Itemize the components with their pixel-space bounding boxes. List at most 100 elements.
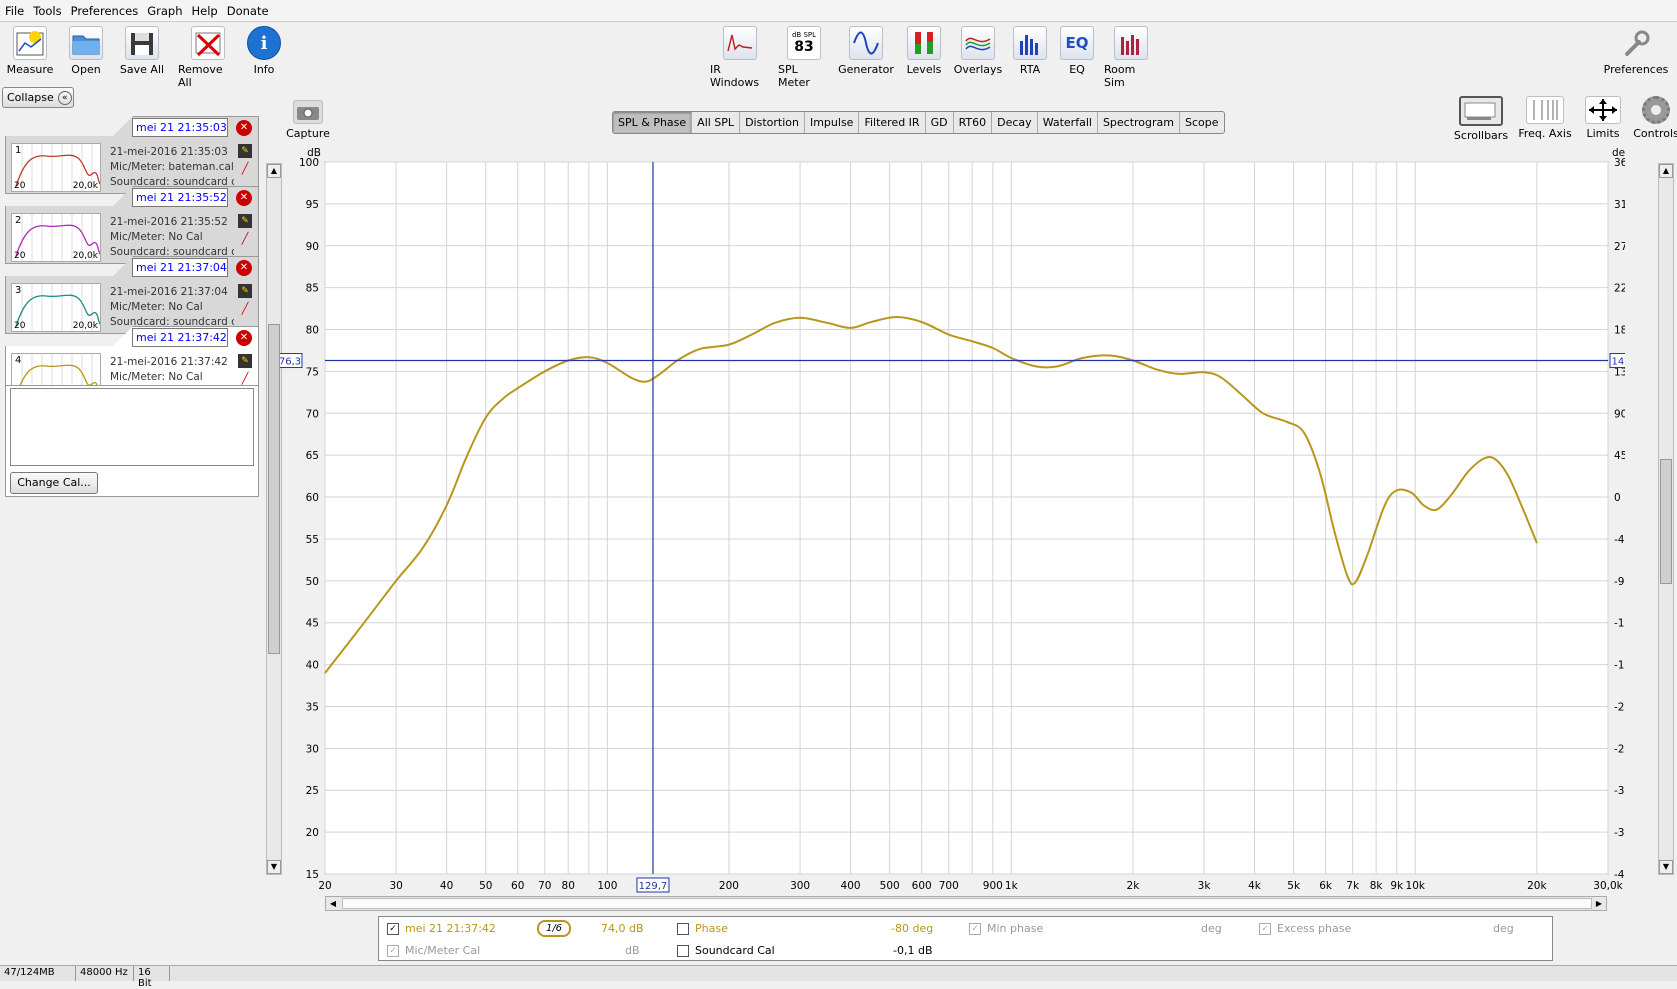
edit-notes-icon[interactable]: ✎: [238, 284, 252, 298]
rta-button[interactable]: RTA: [1010, 26, 1050, 89]
scroll-down-icon[interactable]: ▼: [267, 860, 281, 874]
levels-button[interactable]: Levels: [902, 26, 946, 89]
spl-phase-chart[interactable]: 1009590858075706560555045403530252015360…: [280, 145, 1625, 895]
controls-button[interactable]: Controls: [1632, 96, 1677, 142]
change-cal-button[interactable]: Change Cal...: [10, 472, 98, 494]
scroll-up-right-icon[interactable]: ▲: [1659, 164, 1673, 178]
tab-spectrogram[interactable]: Spectrogram: [1098, 112, 1181, 133]
tab-distortion[interactable]: Distortion: [740, 112, 805, 133]
scrollbar-thumb[interactable]: [268, 324, 280, 654]
room-sim-button[interactable]: Room Sim: [1104, 26, 1158, 89]
spl-meter-button[interactable]: dB SPL 83 SPL Meter: [778, 26, 830, 89]
measurement-card[interactable]: mei 21 21:35:03 ✕ 1 20 20,0k 21-mei-2016…: [5, 116, 259, 194]
scrollbar-thumb-right[interactable]: [1660, 459, 1672, 584]
measure-button[interactable]: Measure: [6, 26, 54, 89]
y-tick-label: 50: [306, 576, 319, 588]
min-phase-checkbox[interactable]: ✓: [969, 922, 981, 935]
close-measurement-icon[interactable]: ✕: [236, 120, 252, 136]
close-measurement-icon[interactable]: ✕: [236, 330, 252, 346]
menu-help[interactable]: Help: [189, 4, 224, 18]
measure-icon: [13, 26, 47, 60]
y2-tick-label: -45: [1614, 534, 1625, 546]
tab-decay[interactable]: Decay: [992, 112, 1038, 133]
trace-visible-checkbox[interactable]: ✓: [387, 922, 399, 935]
scroll-right-icon[interactable]: ▶: [1592, 897, 1606, 910]
x-tick-label: 500: [880, 880, 900, 892]
save-all-button[interactable]: Save All: [118, 26, 166, 89]
y2-tick-label: 225: [1614, 283, 1625, 295]
menu-preferences[interactable]: Preferences: [68, 4, 145, 18]
soundcard-cal-checkbox[interactable]: [677, 944, 689, 957]
scroll-down-right-icon[interactable]: ▼: [1659, 860, 1673, 874]
freq-axis-button[interactable]: Freq. Axis: [1516, 96, 1574, 142]
horizontal-scrollbar[interactable]: ◀ ▶: [325, 896, 1607, 911]
preferences-button[interactable]: Preferences: [1600, 26, 1672, 76]
cal-pen-icon[interactable]: ╱: [238, 372, 252, 386]
info-button[interactable]: i Info: [247, 26, 281, 89]
menu-donate[interactable]: Donate: [224, 4, 275, 18]
tab-waterfall[interactable]: Waterfall: [1038, 112, 1098, 133]
right-vertical-scrollbar[interactable]: ▲ ▼: [1658, 163, 1674, 875]
mic-cal-checkbox[interactable]: ✓: [387, 944, 399, 957]
menu-graph[interactable]: Graph: [144, 4, 188, 18]
y-tick-label: 65: [306, 450, 319, 462]
tab-rt60[interactable]: RT60: [954, 112, 993, 133]
close-measurement-icon[interactable]: ✕: [236, 260, 252, 276]
close-measurement-icon[interactable]: ✕: [236, 190, 252, 206]
y2-tick-label: 135: [1614, 366, 1625, 378]
limits-button[interactable]: Limits: [1580, 96, 1626, 142]
tab-all-spl[interactable]: All SPL: [692, 112, 741, 133]
capture-button[interactable]: Capture: [286, 100, 330, 140]
legend-soundcard-cal-value: -0,1 dB: [893, 944, 933, 957]
remove-all-button[interactable]: Remove All: [178, 26, 238, 89]
edit-notes-icon[interactable]: ✎: [238, 144, 252, 158]
measurement-name-field[interactable]: mei 21 21:37:42: [132, 328, 228, 347]
spl-meter-badge-value: 83: [794, 39, 814, 55]
measurement-thumbnail[interactable]: 3 20 20,0k: [11, 283, 101, 332]
tab-gd[interactable]: GD: [926, 112, 954, 133]
measurement-thumbnail[interactable]: 1 20 20,0k: [11, 143, 101, 192]
hscroll-thumb[interactable]: [342, 898, 1592, 909]
phase-checkbox[interactable]: [677, 922, 689, 935]
measurement-name-field[interactable]: mei 21 21:37:04: [132, 258, 228, 277]
scroll-up-icon[interactable]: ▲: [267, 164, 281, 178]
ir-windows-button[interactable]: IR Windows: [710, 26, 770, 89]
measurement-card[interactable]: mei 21 21:37:04 ✕ 3 20 20,0k 21-mei-2016…: [5, 256, 259, 334]
cal-pen-icon[interactable]: ╱: [238, 232, 252, 246]
smoothing-badge[interactable]: 1/6: [537, 920, 571, 937]
eq-button[interactable]: EQ EQ: [1058, 26, 1096, 89]
measurement-name-field[interactable]: mei 21 21:35:52: [132, 188, 228, 207]
y2-tick-label: 270: [1614, 241, 1625, 253]
notes-textarea[interactable]: [10, 388, 254, 466]
tab-spl-phase[interactable]: SPL & Phase: [613, 112, 693, 133]
tab-filtered-ir[interactable]: Filtered IR: [859, 112, 926, 133]
measurement-name-field[interactable]: mei 21 21:35:03: [132, 118, 228, 137]
measurement-thumbnail[interactable]: 2 20 20,0k: [11, 213, 101, 262]
y-axis-label: dB: [307, 147, 321, 159]
levels-icon: [907, 26, 941, 60]
legend-mic-cal-unit: dB: [625, 944, 640, 957]
measurement-card[interactable]: mei 21 21:35:52 ✕ 2 20 20,0k 21-mei-2016…: [5, 186, 259, 264]
edit-notes-icon[interactable]: ✎: [238, 354, 252, 368]
scroll-left-icon[interactable]: ◀: [326, 897, 340, 910]
cal-pen-icon[interactable]: ╱: [238, 162, 252, 176]
scrollbars-button[interactable]: Scrollbars: [1452, 96, 1510, 142]
cal-pen-icon[interactable]: ╱: [238, 302, 252, 316]
x-tick-label: 700: [939, 880, 959, 892]
excess-phase-checkbox[interactable]: ✓: [1259, 922, 1271, 935]
room-sim-icon: [1114, 26, 1148, 60]
overlays-button[interactable]: Overlays: [954, 26, 1002, 89]
x-tick-label: 4k: [1248, 880, 1262, 892]
menu-tools[interactable]: Tools: [30, 4, 67, 18]
y-tick-label: 55: [306, 534, 319, 546]
menu-file[interactable]: File: [2, 4, 30, 18]
toolbar-center: IR Windows dB SPL 83 SPL Meter Generator…: [710, 26, 1158, 89]
tab-impulse[interactable]: Impulse: [805, 112, 860, 133]
measurement-date: 21-mei-2016 21:37:04: [110, 286, 228, 298]
x-tick-label: 5k: [1287, 880, 1301, 892]
open-button[interactable]: Open: [66, 26, 106, 89]
wrench-icon: [1619, 26, 1653, 60]
generator-button[interactable]: Generator: [838, 26, 894, 89]
tab-scope[interactable]: Scope: [1180, 112, 1224, 133]
edit-notes-icon[interactable]: ✎: [238, 214, 252, 228]
